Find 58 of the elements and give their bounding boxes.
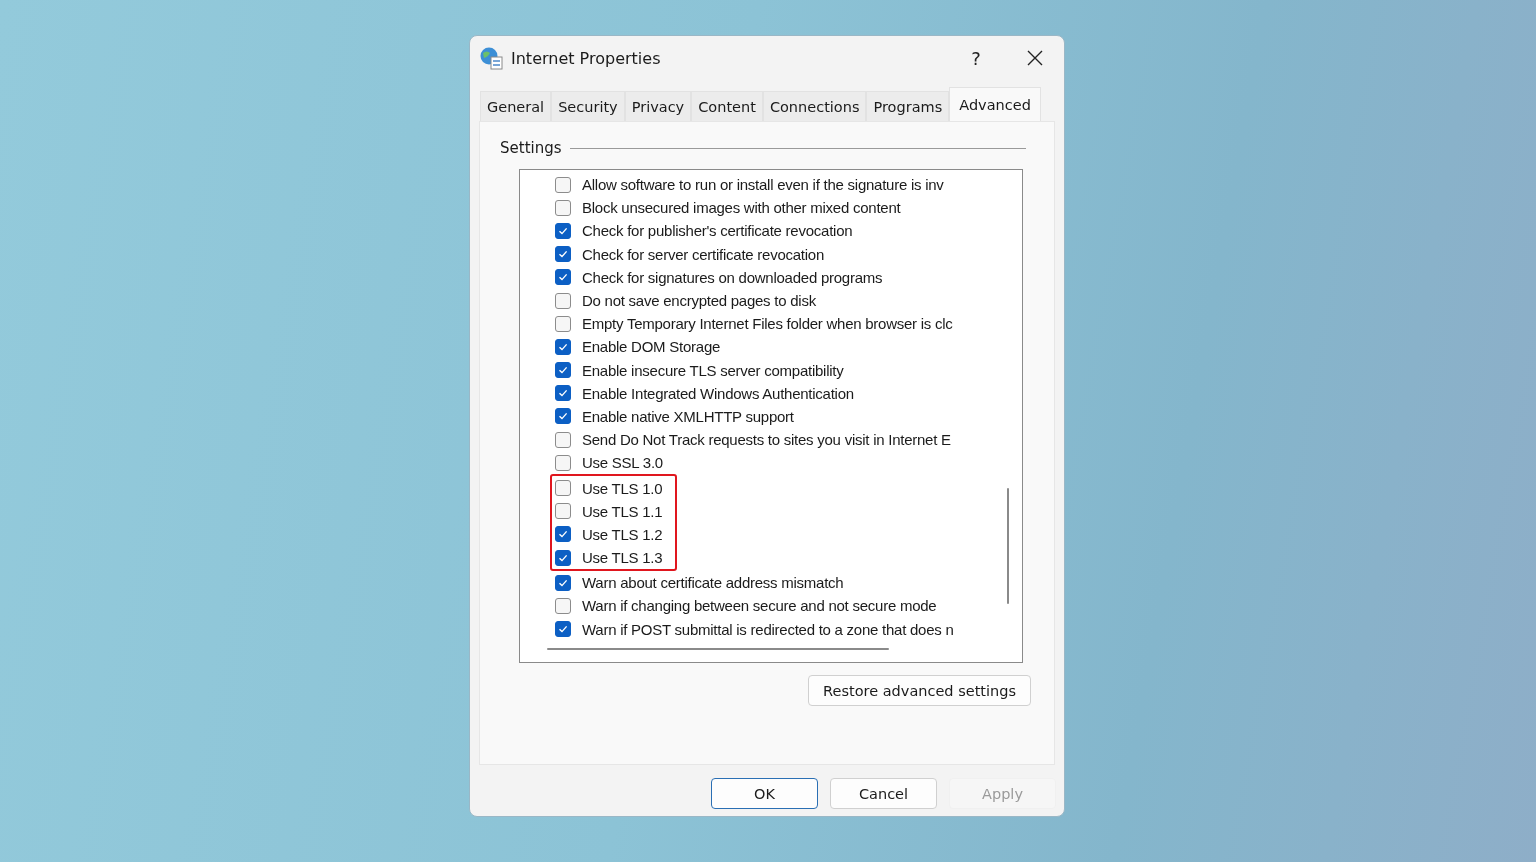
checkbox[interactable] — [555, 480, 571, 497]
tab[interactable]: Connections — [762, 91, 867, 121]
checkbox[interactable] — [555, 503, 571, 520]
setting-label: Warn if changing between secure and not secure mode — [582, 597, 937, 615]
checkbox[interactable] — [555, 408, 571, 425]
checkbox[interactable] — [555, 621, 571, 638]
tab[interactable]: Programs — [866, 91, 950, 121]
setting-label: Warn about certificate address mismatch — [582, 574, 844, 592]
horizontal-scrollbar[interactable] — [547, 648, 889, 650]
restore-button[interactable]: Restore advanced settings — [808, 675, 1031, 706]
checkbox[interactable] — [555, 269, 571, 286]
tab[interactable]: Privacy — [624, 91, 692, 121]
checkbox[interactable] — [555, 246, 571, 263]
checkbox[interactable] — [555, 176, 571, 193]
setting-label: Empty Temporary Internet Files folder when browser is clc — [582, 315, 953, 333]
dialog-button[interactable]: Cancel — [830, 778, 937, 809]
checkbox[interactable] — [555, 222, 571, 239]
close-icon — [1027, 50, 1043, 66]
checkbox[interactable] — [555, 431, 571, 448]
setting-label: Use TLS 1.3 — [582, 549, 663, 567]
setting-label: Use SSL 3.0 — [582, 454, 663, 472]
window-title: Internet Properties — [511, 48, 662, 68]
setting-label: Warn if POST submittal is redirected to a zone that does n — [582, 620, 954, 638]
dialog-button[interactable]: OK — [711, 778, 818, 809]
setting-label: Do not save encrypted pages to disk — [582, 292, 816, 310]
checkbox[interactable] — [555, 385, 571, 402]
checkbox[interactable] — [555, 549, 571, 566]
globe-icon — [479, 46, 503, 70]
tab[interactable]: Content — [691, 91, 763, 121]
setting-label: Allow software to run or install even if the signature is inv — [582, 176, 944, 194]
setting-label: Check for signatures on downloaded programs — [582, 268, 883, 286]
setting-label: Use TLS 1.1 — [582, 502, 663, 520]
group-label: Settings — [500, 139, 562, 157]
help-button[interactable]: ? — [946, 38, 1006, 78]
checkbox[interactable] — [555, 292, 571, 309]
setting-label: Block unsecured images with other mixed content — [582, 199, 901, 217]
tab[interactable]: General — [480, 91, 552, 121]
setting-label: Enable insecure TLS server compatibility — [582, 361, 844, 379]
setting-label: Enable native XMLHTTP support — [582, 407, 794, 425]
checkbox[interactable] — [555, 315, 571, 332]
vertical-scrollbar[interactable] — [1007, 488, 1009, 604]
setting-label: Send Do Not Track requests to sites you visit in Internet E — [582, 431, 951, 449]
setting-label: Use TLS 1.0 — [582, 479, 663, 497]
setting-label: Enable Integrated Windows Authentication — [582, 384, 854, 402]
checkbox[interactable] — [555, 526, 571, 543]
checkbox[interactable] — [555, 338, 571, 355]
tab[interactable]: Advanced — [949, 87, 1041, 121]
tab[interactable]: Security — [551, 91, 625, 121]
setting-label: Check for server certificate revocation — [582, 245, 824, 263]
setting-label: Check for publisher's certificate revocation — [582, 222, 853, 240]
checkbox[interactable] — [555, 574, 571, 591]
setting-label: Enable DOM Storage — [582, 338, 721, 356]
settings-list[interactable] — [519, 169, 1023, 663]
checkbox[interactable] — [555, 199, 571, 216]
checkbox[interactable] — [555, 362, 571, 379]
checkbox[interactable] — [555, 454, 571, 471]
checkbox[interactable] — [555, 597, 571, 614]
setting-label: Use TLS 1.2 — [582, 525, 663, 543]
